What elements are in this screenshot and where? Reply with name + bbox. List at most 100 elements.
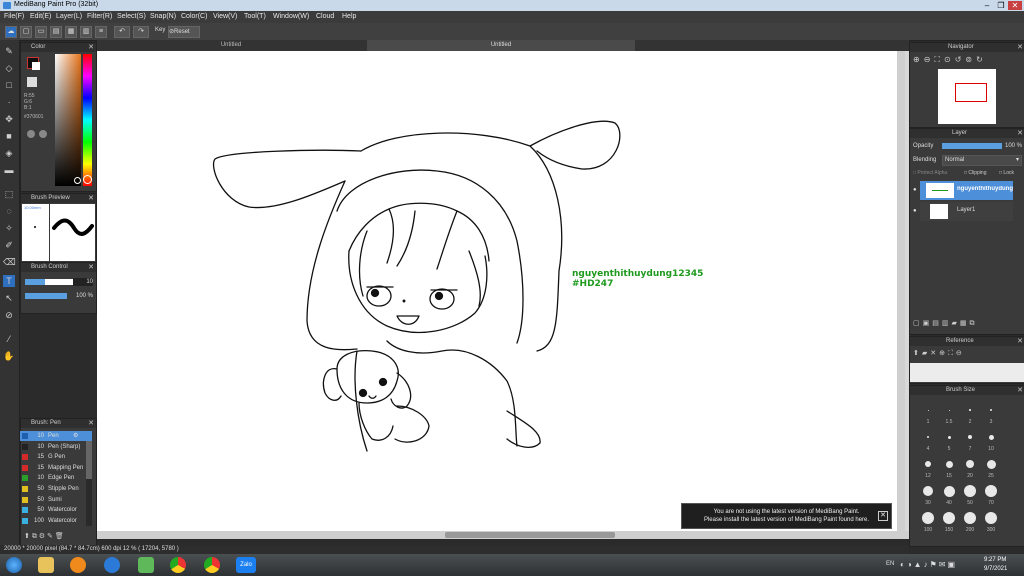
brush-size-dot[interactable] [986, 459, 996, 469]
gradient-tool-icon[interactable]: ▬ [3, 164, 15, 176]
brush-size-dot[interactable] [945, 460, 953, 468]
brush-item[interactable]: 10 Pen (Sharp) [20, 442, 92, 452]
brush-item[interactable]: 10 Edge Pen [20, 473, 92, 483]
visibility-eye-icon[interactable]: ● [913, 187, 917, 193]
zoom-out-icon[interactable]: ⊖ [924, 55, 935, 64]
zoom-in-icon[interactable]: ⊕ [913, 55, 924, 64]
stack-icon[interactable]: ≡ [95, 26, 107, 38]
brush-item[interactable]: 50 Watercolor [20, 505, 92, 515]
chrome-icon-2[interactable] [204, 557, 220, 573]
menu-snap[interactable]: Snap(N) [150, 13, 176, 20]
media-player-icon[interactable] [70, 557, 86, 573]
panel-close-icon[interactable]: ✕ [1017, 386, 1023, 394]
panel-close-icon[interactable]: ✕ [1017, 337, 1023, 345]
reference-zoom-out-icon[interactable]: ⊖ [956, 350, 965, 357]
menu-select[interactable]: Select(S) [117, 13, 146, 20]
brush-item[interactable]: 15 Mapping Pen [20, 463, 92, 473]
folder-icon[interactable]: ▰ [952, 320, 960, 327]
brush-size-dot[interactable] [964, 485, 976, 497]
redo-icon[interactable]: ↷ [133, 26, 149, 38]
fit-icon[interactable]: ⛶ [934, 55, 944, 64]
open-reference-icon[interactable]: ⬆ [913, 350, 922, 357]
lasso-tool-icon[interactable]: ◌ [3, 205, 15, 217]
brush-settings-gear-icon[interactable]: ⚙ [73, 431, 78, 441]
brush-size-dot[interactable] [966, 460, 974, 468]
brush-size-dot[interactable] [968, 435, 972, 439]
new-layer-1bit-icon[interactable]: ▤ [932, 320, 942, 327]
panel-close-icon[interactable]: ✕ [88, 43, 94, 51]
menu-filter[interactable]: Filter(R) [87, 13, 112, 20]
copy-brush-icon[interactable]: ⧉ [32, 533, 37, 540]
menu-view[interactable]: View(V) [213, 13, 237, 20]
brush-item[interactable]: 15 G Pen [20, 452, 92, 462]
drawing-canvas[interactable]: nguyenthithuydung12345 #HD247 [97, 51, 897, 531]
app-icon-green[interactable] [138, 557, 154, 573]
layer-row[interactable]: Layer1 [920, 202, 1013, 221]
brush-size-dot[interactable] [985, 512, 997, 524]
tab-untitled-2[interactable]: Untitled [367, 40, 635, 51]
hue-slider[interactable] [83, 54, 92, 186]
rotate-right-icon[interactable]: ↻ [976, 55, 987, 64]
update-notice[interactable]: You are not using the latest version of … [681, 503, 892, 529]
reference-zoom-in-icon[interactable]: ⊕ [939, 350, 948, 357]
zalo-icon[interactable]: Zalo [236, 557, 256, 573]
menu-file[interactable]: File(F) [4, 13, 24, 20]
brush-size-dot[interactable] [964, 512, 976, 524]
maximize-button[interactable]: ❐ [994, 1, 1008, 10]
vertical-scrollbar[interactable] [897, 51, 905, 531]
brush-size-dot[interactable] [990, 409, 992, 411]
layer-row-selected[interactable]: nguyenthithuydung12345 [920, 181, 1013, 200]
delete-brush-icon[interactable]: 🗑 [55, 533, 64, 540]
bucket-tool-icon[interactable]: ◈ [3, 147, 15, 159]
brush-opacity-slider[interactable] [25, 293, 67, 299]
panel-close-icon[interactable]: ✕ [88, 194, 94, 202]
layout-icon[interactable]: ▥ [80, 26, 92, 38]
reset-button[interactable]: ⊘Reset [168, 26, 200, 38]
chat-icon[interactable]: ▭ [35, 26, 47, 38]
hand-tool-icon[interactable]: ✋ [3, 350, 15, 362]
color-picker-handle[interactable] [74, 177, 81, 184]
navigator-viewport[interactable] [955, 83, 987, 102]
save-icon[interactable]: ▤ [50, 26, 62, 38]
tab-untitled-1[interactable]: Untitled [97, 40, 365, 51]
transparent-color-swatch[interactable] [27, 77, 37, 87]
brush-size-dot[interactable] [985, 485, 997, 497]
brush-size-dot[interactable] [943, 512, 955, 524]
menu-help[interactable]: Help [342, 13, 356, 20]
panel-close-icon[interactable]: ✕ [88, 263, 94, 271]
eyedropper-tool-icon[interactable]: ⁄ [3, 333, 15, 345]
clock-date[interactable]: 9/7/2021 [984, 566, 1007, 572]
brush-tool-icon[interactable]: ✎ [3, 45, 15, 57]
brush-size-value[interactable]: 10 [73, 278, 93, 286]
brush-size-dot[interactable] [988, 434, 994, 440]
brush-size-dot[interactable] [943, 485, 955, 497]
brush-item[interactable]: 100 Watercolor [20, 516, 92, 526]
panel-close-icon[interactable]: ✕ [88, 419, 94, 427]
eraser-tool-icon[interactable]: ◇ [3, 62, 15, 74]
reference-fit-icon[interactable]: ⛶ [948, 350, 956, 357]
brush-item-selected[interactable]: 10 Pen ⚙ [20, 431, 92, 441]
operation-tool-icon[interactable]: ↖ [3, 292, 15, 304]
file-explorer-icon[interactable] [38, 557, 54, 573]
zoom-reset-icon[interactable]: ⊙ [944, 55, 955, 64]
brush-size-dot[interactable] [923, 486, 933, 496]
canvas-text-name[interactable]: nguyenthithuydung12345 [572, 269, 703, 279]
rotate-reset-icon[interactable]: ⊚ [965, 55, 976, 64]
clock-time[interactable]: 9:27 PM [984, 557, 1006, 563]
horizontal-scroll-thumb[interactable] [445, 532, 615, 538]
menu-color[interactable]: Color(C) [181, 13, 207, 20]
new-layer-icon[interactable]: ▢ [913, 320, 923, 327]
palette-settings-icon[interactable] [39, 130, 47, 138]
lock-checkbox[interactable]: □ Lock [999, 170, 1014, 176]
menu-cloud[interactable]: Cloud [316, 13, 334, 20]
reference-folder-icon[interactable]: ▰ [922, 350, 930, 357]
select-pen-icon[interactable]: ✐ [3, 239, 15, 251]
edit-brush-icon[interactable]: ✎ [47, 533, 53, 540]
rectangle-tool-icon[interactable]: □ [3, 79, 15, 91]
tray-icons[interactable]: ◐◑▲♪⚑✉▣ [900, 560, 957, 569]
select-eraser-icon[interactable]: ⌫ [3, 256, 16, 268]
chrome-icon[interactable] [170, 557, 186, 573]
hue-handle[interactable] [83, 175, 92, 184]
undo-icon[interactable]: ↶ [114, 26, 130, 38]
internet-explorer-icon[interactable] [104, 557, 120, 573]
